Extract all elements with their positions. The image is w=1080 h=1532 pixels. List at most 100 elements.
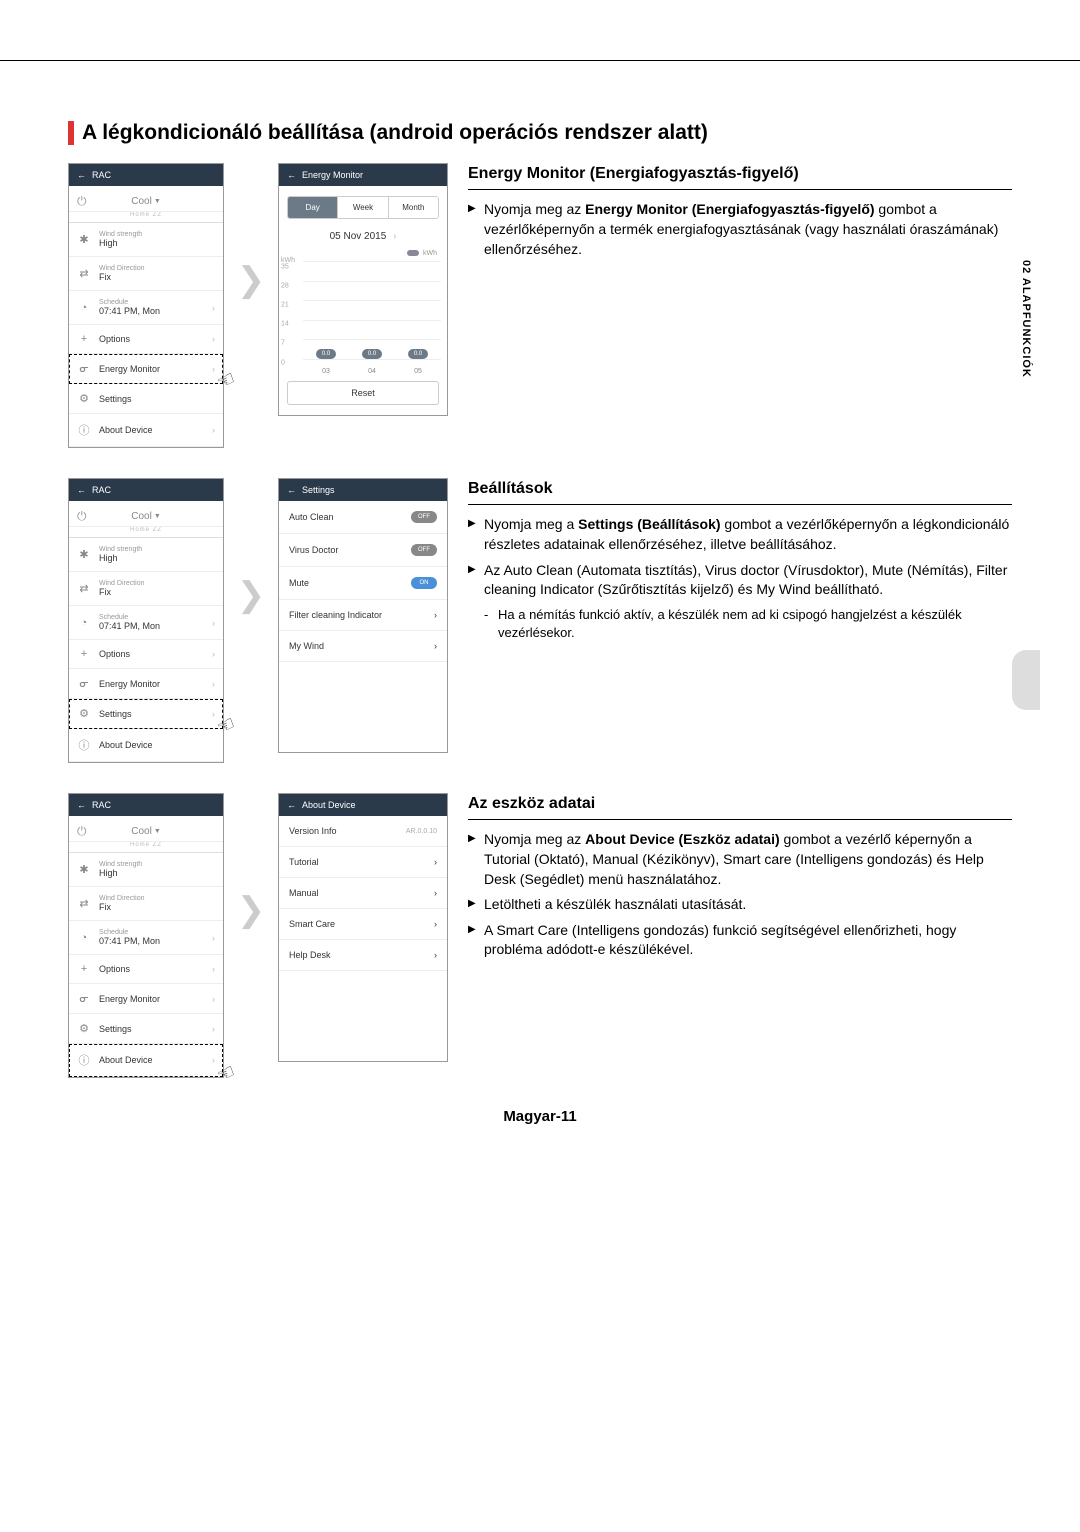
options-label: Options	[99, 964, 204, 974]
options-row[interactable]: +Options›	[69, 640, 223, 669]
em-header[interactable]: ← Energy Monitor	[279, 164, 447, 186]
reset-button[interactable]: Reset	[287, 381, 439, 405]
settings-row[interactable]: ⚙ Settings	[69, 384, 223, 414]
bar-value: 0.0	[316, 349, 336, 359]
rac-mode-row[interactable]: ⏻ Cool ▼	[69, 501, 223, 527]
about-bullet-1: Nyomja meg az About Device (Eszköz adata…	[468, 830, 1012, 889]
schedule-label: Schedule	[99, 614, 204, 621]
about-device-row[interactable]: ⓘAbout Device›☜	[69, 1044, 223, 1077]
tutorial-row[interactable]: Tutorial›	[279, 847, 447, 878]
rac-sub: Home ZZ	[69, 842, 223, 853]
em-date[interactable]: 05 Nov 2015 ›	[279, 227, 447, 250]
schedule-label: Schedule	[99, 929, 204, 936]
wind-strength-row[interactable]: ✱ Wind strengthHigh	[69, 223, 223, 257]
schedule-row[interactable]: ◔Schedule07:41 PM, Mon›	[69, 606, 223, 640]
helpdesk-row[interactable]: Help Desk›	[279, 940, 447, 971]
gear-icon: ⚙	[77, 392, 91, 405]
options-row[interactable]: + Options ›	[69, 325, 223, 354]
wind-direction-value: Fix	[99, 272, 215, 282]
about-device-row[interactable]: ⓘ About Device ›	[69, 414, 223, 447]
about-detail: ← About Device Version InfoAR.0.0.10 Tuto…	[278, 793, 448, 1062]
about-title: About Device	[302, 800, 356, 810]
back-icon[interactable]: ←	[77, 170, 86, 180]
mute-row[interactable]: MuteON	[279, 567, 447, 600]
tutorial-label: Tutorial	[289, 857, 319, 867]
back-icon[interactable]: ←	[287, 170, 296, 180]
info-icon: ⓘ	[77, 422, 91, 438]
settings-header[interactable]: ←Settings	[279, 479, 447, 501]
power-icon[interactable]: ⏻	[77, 509, 87, 524]
mywind-row[interactable]: My Wind›	[279, 631, 447, 662]
power-icon[interactable]: ⏻	[77, 824, 87, 839]
rac-header[interactable]: ← RAC	[69, 164, 223, 186]
wind-strength-row[interactable]: ✱Wind strengthHigh	[69, 538, 223, 572]
about-device-label: About Device	[99, 740, 215, 750]
chevron-right-icon: ›	[212, 649, 215, 659]
tab-day[interactable]: Day	[288, 197, 337, 218]
back-icon[interactable]: ←	[77, 485, 86, 495]
chevron-down-icon[interactable]: ▼	[154, 828, 161, 835]
version-row[interactable]: Version InfoAR.0.0.10	[279, 816, 447, 847]
plus-icon: +	[77, 333, 91, 345]
arrow-right-icon: ❯	[237, 893, 266, 927]
tab-week[interactable]: Week	[337, 197, 387, 218]
chevron-right-icon: ›	[434, 641, 437, 651]
rac-sub: Home ZZ	[69, 212, 223, 223]
section-settings: ← RAC ⏻ Cool ▼ Home ZZ ✱Wind strengthHig…	[68, 478, 1012, 763]
wind-direction-value: Fix	[99, 902, 215, 912]
smartcare-row[interactable]: Smart Care ›	[279, 909, 447, 940]
wind-strength-row[interactable]: ✱Wind strengthHigh	[69, 853, 223, 887]
back-icon[interactable]: ←	[287, 800, 296, 810]
wind-direction-row[interactable]: ⇄Wind DirectionFix	[69, 572, 223, 606]
info-icon: ⓘ	[77, 1052, 91, 1068]
auto-clean-label: Auto Clean	[289, 512, 334, 522]
wind-direction-row[interactable]: ⇄Wind DirectionFix	[69, 887, 223, 921]
about-header[interactable]: ← About Device	[279, 794, 447, 816]
filter-row[interactable]: Filter cleaning Indicator›	[279, 600, 447, 631]
plus-icon: +	[77, 963, 91, 975]
toggle-mute[interactable]: ON	[411, 577, 437, 589]
wind-direction-row[interactable]: ⇄ Wind DirectionFix	[69, 257, 223, 291]
plug-icon: ᓂ	[77, 677, 91, 690]
rac-phone-about: ←RAC ⏻Cool▼ Home ZZ ✱Wind strengthHigh ⇄…	[68, 793, 224, 1078]
rac-mode-row[interactable]: ⏻ Cool ▼	[69, 186, 223, 212]
schedule-row[interactable]: ◔ Schedule07:41 PM, Mon ›	[69, 291, 223, 325]
back-icon[interactable]: ←	[77, 800, 86, 810]
schedule-row[interactable]: ◔Schedule07:41 PM, Mon›	[69, 921, 223, 955]
power-icon[interactable]: ⏻	[77, 194, 87, 209]
rac-mode-row[interactable]: ⏻Cool▼	[69, 816, 223, 842]
chevron-right-icon: ›	[212, 1055, 215, 1065]
manual-row[interactable]: Manual›	[279, 878, 447, 909]
about-device-row[interactable]: ⓘAbout Device	[69, 729, 223, 762]
toggle-virus-doctor[interactable]: OFF	[411, 544, 437, 556]
em-legend: kWh	[279, 250, 447, 257]
chevron-down-icon[interactable]: ▼	[154, 198, 161, 205]
xtick: 04	[368, 368, 376, 375]
energy-monitor-row[interactable]: ᓂ Energy Monitor › ☜	[69, 354, 223, 384]
clock-icon: ◔	[77, 932, 91, 944]
rac-title: RAC	[92, 170, 111, 180]
rac-header[interactable]: ← RAC	[69, 479, 223, 501]
wind-strength-label: Wind strength	[99, 546, 215, 553]
manual-label: Manual	[289, 888, 319, 898]
rac-header[interactable]: ←RAC	[69, 794, 223, 816]
energy-monitor-row[interactable]: ᓂEnergy Monitor›	[69, 984, 223, 1014]
energy-monitor-row[interactable]: ᓂEnergy Monitor›	[69, 669, 223, 699]
toggle-auto-clean[interactable]: OFF	[411, 511, 437, 523]
auto-clean-row[interactable]: Auto Clean OFF	[279, 501, 447, 534]
about-heading: Az eszköz adatai	[468, 793, 1012, 815]
tab-month[interactable]: Month	[388, 197, 438, 218]
settings-row[interactable]: ⚙Settings›	[69, 1014, 223, 1044]
chevron-right-icon: ›	[212, 964, 215, 974]
about-bullet-3: A Smart Care (Intelligens gondozás) funk…	[468, 921, 1012, 960]
settings-row[interactable]: ⚙Settings›☜	[69, 699, 223, 729]
chevron-down-icon[interactable]: ▼	[154, 513, 161, 520]
smartcare-label: Smart Care	[289, 919, 335, 929]
back-icon[interactable]: ←	[287, 485, 296, 495]
rac-phone-settings: ← RAC ⏻ Cool ▼ Home ZZ ✱Wind strengthHig…	[68, 478, 224, 763]
rac-sub: Home ZZ	[69, 527, 223, 538]
options-row[interactable]: + Options ›	[69, 955, 223, 984]
chevron-right-icon: ›	[434, 919, 437, 929]
energy-monitor-label: Energy Monitor	[99, 679, 204, 689]
virus-doctor-row[interactable]: Virus DoctorOFF	[279, 534, 447, 567]
